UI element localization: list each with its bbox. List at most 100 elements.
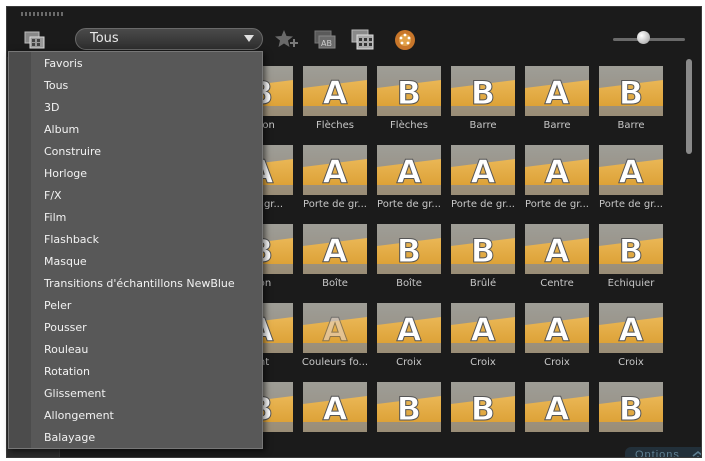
transition-thumbnail[interactable]: A	[525, 303, 589, 353]
vertical-scrollbar-thumb[interactable]	[686, 59, 692, 154]
svg-text:A: A	[397, 153, 422, 191]
transition-thumbnail[interactable]: B	[599, 382, 663, 432]
transition-thumbnail-caption: Barre	[469, 120, 497, 131]
transition-thumbnail-caption: Échiquier	[607, 278, 655, 289]
transition-thumbnail[interactable]: B	[599, 66, 663, 116]
svg-text:A: A	[471, 311, 496, 349]
transition-thumbnail-caption: Croix	[396, 357, 422, 368]
category-dropdown-value: Tous	[90, 31, 119, 46]
menu-gutter	[9, 52, 31, 448]
transition-thumbnail[interactable]: A	[599, 303, 663, 353]
transition-thumbnail[interactable]: A	[525, 224, 589, 274]
category-dropdown-menu: Favoris Tous 3D Album Construire Horloge F/X Fi…	[8, 51, 263, 449]
transition-thumbnail[interactable]: B	[377, 382, 441, 432]
category-menu-item[interactable]: Favoris	[31, 53, 262, 75]
transition-thumbnail[interactable]: A	[303, 66, 367, 116]
panel-drag-handle[interactable]	[21, 12, 65, 16]
transition-thumbnail[interactable]: A	[377, 303, 441, 353]
category-menu-item[interactable]: Construire	[31, 141, 262, 163]
apply-to-all-icon[interactable]: AB	[313, 29, 337, 51]
category-menu-item[interactable]: Tous	[31, 75, 262, 97]
svg-text:A: A	[323, 311, 348, 349]
transition-thumbnail-caption: Croix	[470, 357, 496, 368]
category-menu-item[interactable]: Balayage	[31, 427, 262, 449]
transition-thumbnail[interactable]: A	[525, 66, 589, 116]
transition-thumbnail[interactable]: B	[451, 382, 515, 432]
transition-thumbnail[interactable]: A	[525, 145, 589, 195]
transition-thumbnail[interactable]: A	[451, 303, 515, 353]
library-icon[interactable]	[23, 30, 47, 50]
transition-thumbnail-caption: Porte de gr...	[451, 199, 515, 210]
svg-text:A: A	[323, 232, 348, 270]
svg-text:AB: AB	[321, 39, 332, 48]
transition-thumbnail-caption: Croix	[544, 357, 570, 368]
category-menu-item[interactable]: Allongement	[31, 405, 262, 427]
svg-text:B: B	[397, 390, 421, 428]
apply-random-icon[interactable]	[351, 29, 375, 51]
transition-thumbnail[interactable]: A	[525, 382, 589, 432]
svg-text:B: B	[619, 74, 643, 112]
chevron-up-icon[interactable]	[691, 449, 702, 458]
color-wheel-icon[interactable]	[394, 29, 418, 51]
transition-thumbnail[interactable]: A	[451, 145, 515, 195]
svg-text:B: B	[471, 390, 495, 428]
category-menu-item[interactable]: Film	[31, 207, 262, 229]
category-menu-item[interactable]: F/X	[31, 185, 262, 207]
transition-thumbnail-caption: Porte de gr...	[599, 199, 663, 210]
svg-text:A: A	[619, 153, 644, 191]
category-menu-item[interactable]: Peler	[31, 295, 262, 317]
transition-thumbnail-caption: Centre	[540, 278, 574, 289]
transition-thumbnail[interactable]: A	[303, 224, 367, 274]
transition-thumbnail[interactable]: A	[599, 145, 663, 195]
category-menu-item[interactable]: Horloge	[31, 163, 262, 185]
category-menu-item[interactable]: Glissement	[31, 383, 262, 405]
category-menu-item[interactable]: Flashback	[31, 229, 262, 251]
svg-text:A: A	[397, 311, 422, 349]
thumbnail-size-slider-thumb[interactable]	[637, 31, 650, 44]
svg-text:A: A	[323, 390, 348, 428]
options-button[interactable]: Options	[625, 447, 702, 458]
transition-thumbnail-caption: Porte de gr...	[525, 199, 589, 210]
transition-thumbnail-caption: Couleurs fo...	[301, 357, 369, 368]
transition-thumbnail[interactable]: A	[303, 382, 367, 432]
svg-text:A: A	[471, 153, 496, 191]
transition-thumbnail-caption: Croix	[618, 357, 644, 368]
options-label: Options	[635, 449, 680, 458]
svg-text:B: B	[619, 390, 643, 428]
category-menu-item[interactable]: 3D	[31, 97, 262, 119]
category-dropdown[interactable]: Tous	[75, 28, 263, 50]
category-menu-item[interactable]: Album	[31, 119, 262, 141]
category-menu-item[interactable]: Transitions d'échantillons NewBlue	[31, 273, 262, 295]
svg-text:A: A	[619, 311, 644, 349]
transition-thumbnail[interactable]: B	[451, 224, 515, 274]
transition-thumbnail[interactable]: A	[303, 303, 367, 353]
svg-text:B: B	[397, 232, 421, 270]
transition-thumbnail-caption: Flèches	[316, 120, 354, 131]
add-favorite-icon[interactable]	[275, 29, 299, 51]
transition-thumbnail[interactable]: B	[451, 66, 515, 116]
svg-text:A: A	[323, 153, 348, 191]
chevron-down-icon[interactable]	[244, 35, 254, 42]
svg-text:B: B	[471, 232, 495, 270]
svg-text:B: B	[397, 74, 421, 112]
transition-thumbnail[interactable]: B	[377, 66, 441, 116]
svg-text:A: A	[545, 390, 570, 428]
transition-thumbnail[interactable]: B	[599, 224, 663, 274]
transition-thumbnail[interactable]: A	[377, 145, 441, 195]
svg-text:A: A	[545, 311, 570, 349]
svg-text:B: B	[619, 232, 643, 270]
category-menu-item[interactable]: Masque	[31, 251, 262, 273]
transition-thumbnail-caption: Porte de gr...	[377, 199, 441, 210]
category-menu-item[interactable]: Pousser	[31, 317, 262, 339]
transition-thumbnail[interactable]: B	[377, 224, 441, 274]
transition-thumbnail-caption: Boîte	[322, 278, 348, 289]
category-menu-item[interactable]: Rotation	[31, 361, 262, 383]
svg-text:B: B	[471, 74, 495, 112]
svg-text:A: A	[545, 232, 570, 270]
transition-thumbnail-caption: Flèches	[390, 120, 428, 131]
transition-thumbnail-caption: Barre	[543, 120, 571, 131]
transition-thumbnail-caption: Porte de gr...	[303, 199, 367, 210]
transition-thumbnail[interactable]: A	[303, 145, 367, 195]
category-menu-item[interactable]: Rouleau	[31, 339, 262, 361]
transition-thumbnail-caption: Brûlé	[469, 278, 497, 289]
